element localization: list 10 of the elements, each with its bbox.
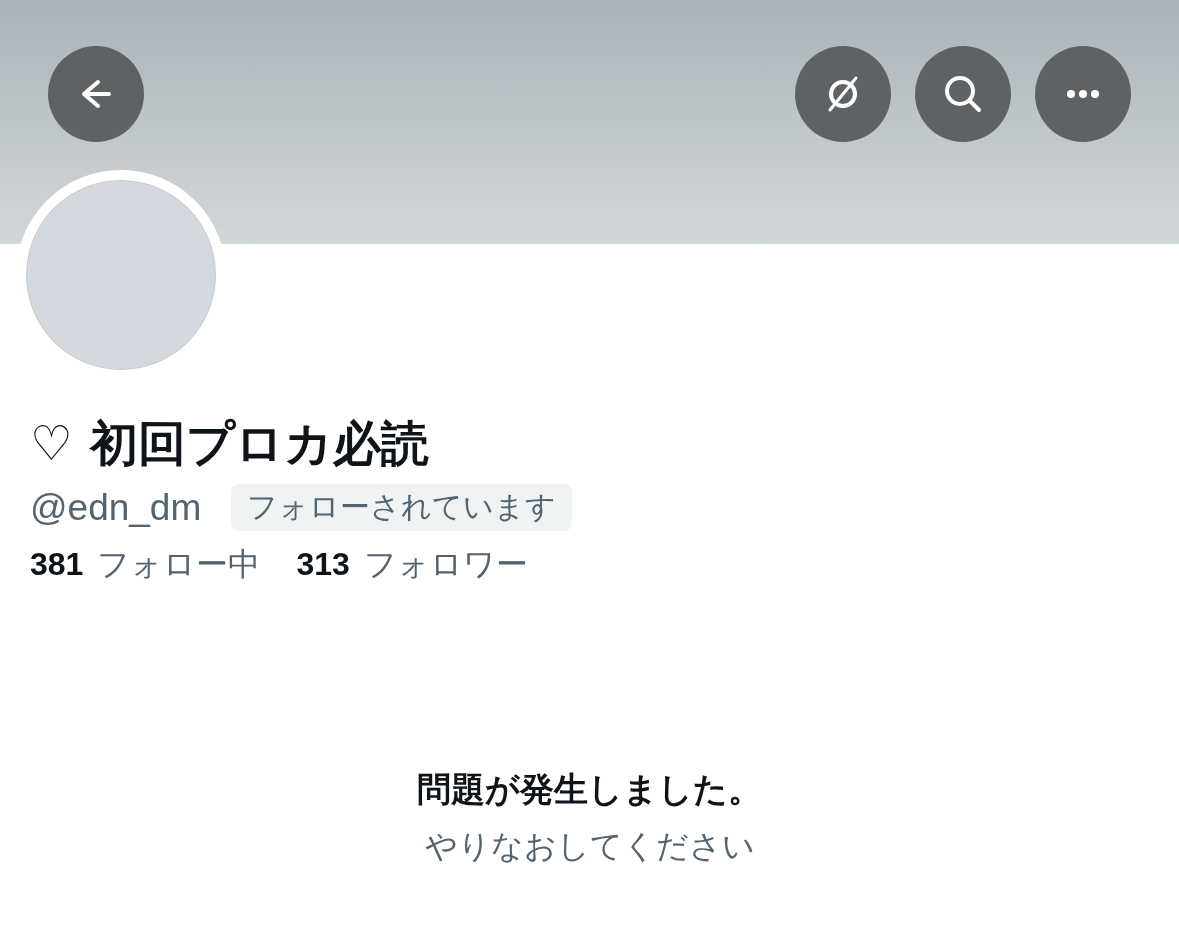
stat-count[interactable]: 381 — [30, 546, 84, 583]
stat-label[interactable]: フォロー中 — [97, 543, 261, 587]
display-name: ♡ 初回プロカ必読 — [30, 414, 430, 472]
stat-label[interactable]: フォロワー — [363, 543, 528, 587]
error-subtitle: やりなおしてください — [424, 827, 755, 866]
stat-count[interactable]: 313 — [296, 546, 350, 583]
username: @edn_dm — [30, 486, 202, 529]
more-icon — [1066, 89, 1100, 99]
follows-you-badge: フォローされています — [231, 484, 573, 531]
error-title: 問題が発生しました。 — [417, 769, 762, 810]
